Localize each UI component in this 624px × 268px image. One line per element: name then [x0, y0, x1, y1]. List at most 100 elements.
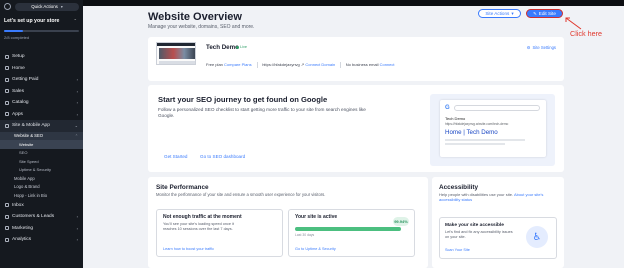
google-result-card: G Tech Demo https://hfakdejaxynvg.wixsit… [440, 100, 546, 157]
sidebar-item-uptime[interactable]: Uptime & Security [0, 166, 83, 175]
chevron-right-icon: › [76, 237, 78, 243]
google-preview-illustration: G Tech Demo https://hfakdejaxynvg.wixsit… [430, 94, 555, 166]
site-thumbnail[interactable] [156, 42, 196, 65]
chevron-down-icon: ▾ [60, 5, 63, 9]
chevron-up-icon[interactable]: ⌃ [73, 18, 77, 23]
site-actions-label: Site Actions [485, 11, 510, 16]
sidebar-item-label: SEO [19, 150, 28, 156]
uptime-period: Last 30 days [295, 233, 315, 237]
sidebar-item-apps[interactable]: Apps › [0, 109, 83, 121]
sidebar-item-hopp[interactable]: Hopp - Link in Bio [0, 191, 83, 200]
setup-progress-bar [4, 30, 79, 32]
sidebar-item-label: Logo & Brand [14, 184, 40, 190]
sidebar-item-home[interactable]: Home [0, 63, 83, 75]
get-started-link[interactable]: Get Started [164, 154, 188, 159]
sidebar-item-logo-brand[interactable]: Logo & Brand [0, 183, 83, 192]
connect-domain-link[interactable]: Connect Domain [305, 62, 335, 67]
compare-plans-link[interactable]: Compare Plans [224, 62, 252, 67]
site-url: https://hfakdejaxynvg [262, 62, 300, 67]
accessibility-box-title: Make your site accessible [445, 223, 504, 228]
edit-site-button[interactable]: ✎ Edit Site [526, 9, 563, 18]
sidebar-item-marketing[interactable]: Marketing › [0, 223, 83, 235]
result-title: Home | Tech Demo [445, 129, 498, 136]
uptime-title: Your site is active [295, 214, 338, 220]
uptime-box: Your site is active 99.94% Last 30 days … [288, 209, 415, 257]
search-result: Tech Demo https://hfakdejaxynvg.wixsite.… [445, 116, 541, 152]
pencil-icon: ✎ [533, 10, 537, 16]
sidebar-item-seo[interactable]: SEO [0, 149, 83, 158]
seo-card: Start your SEO journey to get found on G… [148, 85, 564, 172]
sidebar-item-analytics[interactable]: Analytics › [0, 234, 83, 246]
performance-title: Site Performance [156, 184, 209, 191]
status-text: Live [240, 45, 247, 49]
sidebar-item-label: Hopp - Link in Bio [14, 192, 48, 198]
sidebar-item-label: Site Speed [19, 158, 39, 164]
sidebar-item-website[interactable]: Website [0, 140, 83, 149]
sidebar-item-label: Getting Paid [12, 77, 39, 83]
site-settings-link[interactable]: ⚙ Site Settings [527, 45, 556, 50]
seo-dashboard-link[interactable]: Go to SEO dashboard [200, 154, 245, 159]
status-badge: Live [236, 45, 247, 49]
chevron-right-icon: › [76, 111, 78, 117]
site-settings-label: Site Settings [532, 45, 556, 50]
payment-icon [5, 77, 9, 82]
sidebar-item-label: Customers & Leads [12, 214, 55, 220]
site-icon [5, 123, 9, 128]
chevron-right-icon: › [76, 225, 78, 231]
sidebar-item-catalog[interactable]: Catalog › [0, 97, 83, 109]
sidebar-item-label: Home [12, 65, 25, 71]
divider [340, 62, 341, 68]
uptime-security-link[interactable]: Go to Uptime & Security [295, 247, 336, 251]
sidebar-item-label: Uptime & Security [19, 167, 52, 173]
email-label: No business email [345, 62, 379, 67]
sidebar: Quick Actions ▾ Let's set up your store … [0, 0, 83, 268]
sidebar-item-label: Website & SEO [14, 133, 44, 139]
sidebar-item-label: Apps [12, 111, 23, 117]
result-site-name: Tech Demo [445, 116, 466, 121]
sidebar-item-getting-paid[interactable]: Getting Paid › [0, 74, 83, 86]
gear-icon[interactable] [4, 3, 11, 10]
site-card: Tech Demo Live ⚙ Site Settings Free plan … [148, 37, 564, 81]
sidebar-item-setup[interactable]: Setup [0, 51, 83, 63]
site-actions-button[interactable]: Site Actions ▾ [478, 9, 521, 18]
uptime-bar [295, 227, 401, 231]
divider [256, 62, 258, 68]
chevron-right-icon: › [76, 100, 78, 106]
external-link-icon[interactable]: ↗ [301, 62, 304, 67]
analytics-icon [5, 237, 9, 242]
connect-email-link[interactable]: Connect [380, 62, 395, 67]
result-url: https://hfakdejaxynvg.wixsite.com/tech-d… [445, 122, 509, 126]
customers-icon [5, 214, 9, 219]
setup-progress-section[interactable]: Let's set up your store ⌃ 2/8 completed [4, 18, 79, 40]
page-subtitle: Manage your website, domains, SEO and mo… [148, 24, 255, 30]
chevron-right-icon: › [76, 214, 78, 220]
setup-count: 2/8 completed [4, 35, 30, 40]
sidebar-item-label: Setup [12, 54, 25, 60]
chevron-right-icon: › [76, 77, 78, 83]
domain-info: https://hfakdejaxynvg ↗ Connect Domain [262, 62, 335, 68]
sidebar-item-label: Website [19, 141, 34, 147]
sidebar-item-customers[interactable]: Customers & Leads › [0, 211, 83, 223]
traffic-box: Not enough traffic at the moment You'll … [156, 209, 283, 257]
sidebar-item-label: Catalog [12, 100, 29, 106]
sidebar-item-inbox[interactable]: Inbox [0, 200, 83, 212]
quick-actions-label: Quick Actions [31, 4, 58, 9]
site-performance-card: Site Performance Monitor the performance… [148, 177, 428, 268]
sidebar-item-sales[interactable]: Sales › [0, 86, 83, 98]
annotation-click-here: Click here [570, 29, 602, 38]
sidebar-item-mobile-app[interactable]: Mobile App [0, 174, 83, 183]
main-content: Website Overview Manage your website, do… [83, 6, 624, 268]
search-bar-illustration [454, 105, 540, 111]
sidebar-item-label: Site & Mobile App [12, 123, 50, 129]
sidebar-item-site-speed[interactable]: Site Speed [0, 157, 83, 166]
quick-actions-button[interactable]: Quick Actions ▾ [15, 2, 79, 11]
plan-label: Free plan [206, 62, 223, 67]
accessibility-box: Make your site accessible Let's find and… [439, 217, 557, 259]
uptime-bar-fill [295, 227, 401, 231]
scan-site-link[interactable]: Scan Your Site [445, 248, 470, 252]
boost-traffic-link[interactable]: Learn how to boost your traffic [163, 247, 214, 251]
setup-icon [5, 54, 9, 59]
sidebar-item-website-seo[interactable]: Website & SEO ⌃ [0, 131, 83, 140]
sidebar-item-site-mobile[interactable]: Site & Mobile App ⌄ [0, 120, 83, 132]
sidebar-nav: Setup Home Getting Paid › Sales › Catalog ›… [0, 51, 83, 246]
